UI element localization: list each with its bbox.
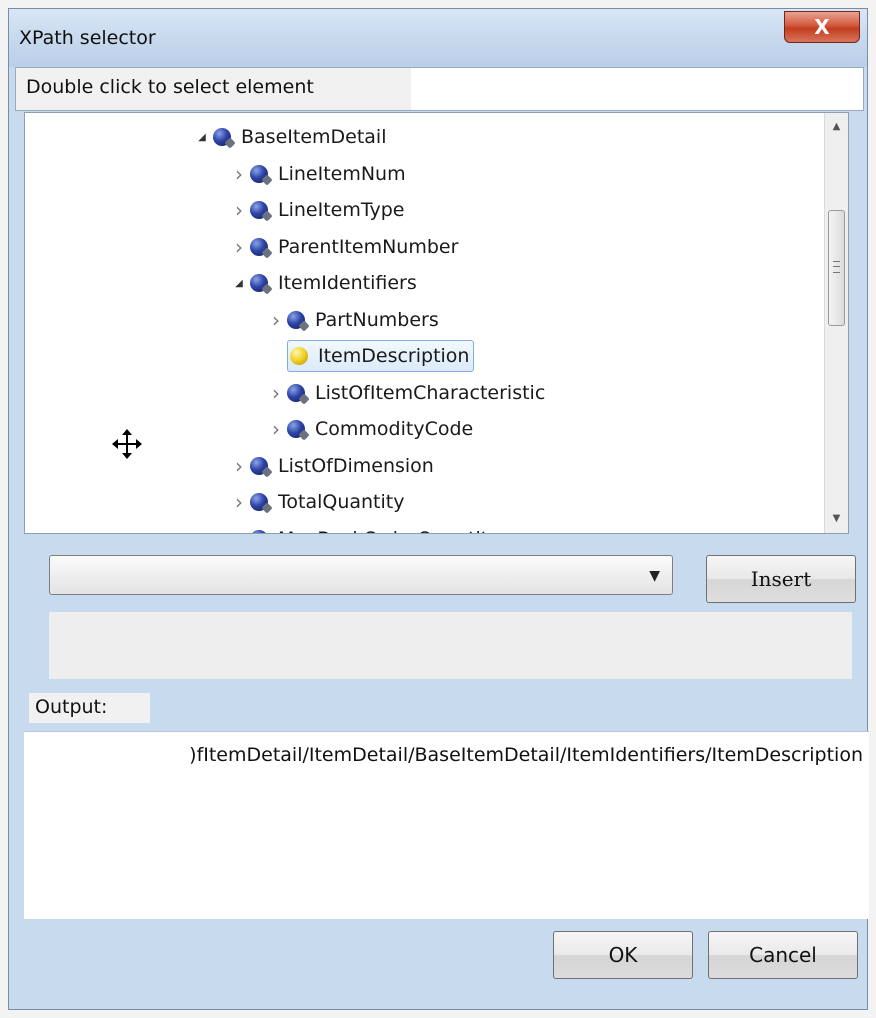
collapsed-arrow-icon[interactable]: › [265,417,287,441]
tree-item[interactable]: › ListOfItemCharacteristic [265,376,545,410]
element-node-icon [250,456,268,475]
element-node-icon [287,383,305,402]
tree-item-label: CommodityCode [315,418,474,440]
insert-button[interactable]: Insert [706,555,856,603]
element-node-icon [250,201,268,219]
tree-item[interactable]: › CommodityCode [265,412,473,446]
xpath-combo[interactable]: ▼ [49,555,673,595]
tree-item-label: MaxBackOrderQuantity [278,528,500,534]
tree-item-label: ItemDescription [318,345,470,367]
collapsed-arrow-icon[interactable]: › [265,308,287,332]
grip-icon [833,261,840,273]
collapsed-arrow-icon[interactable]: › [228,198,250,222]
tree-item[interactable]: › PartNumbers [265,303,439,337]
move-cursor-icon [112,429,142,459]
output-label-text: Output: [35,696,108,718]
element-node-icon [287,420,305,438]
tree-item-body[interactable]: CommodityCode [287,418,473,440]
element-node-icon [287,310,305,329]
tree-item-body[interactable]: BaseItemDetail [213,126,387,148]
element-tree[interactable]: ▲ ▼ ◢ BaseItemDetail › LineItemNum › LineItem… [24,112,849,534]
tree-scrollbar[interactable]: ▲ ▼ [824,113,848,533]
tree-item-body[interactable]: ItemIdentifiers [250,272,417,294]
title-bar[interactable]: XPath selector X [9,9,867,67]
collapsed-arrow-icon[interactable]: › [228,162,250,186]
collapsed-arrow-icon[interactable]: › [228,235,250,259]
close-button[interactable]: X [784,11,860,43]
element-node-icon [213,128,231,146]
collapsed-arrow-icon[interactable]: › [228,490,250,514]
tree-item-label: TotalQuantity [278,491,405,513]
output-text: )fItemDetail/ItemDetail/BaseItemDetail/I… [189,744,863,766]
tree-item-body[interactable]: ItemDescription [287,340,475,372]
expanded-arrow-icon[interactable]: ◢ [191,132,213,143]
tree-item[interactable]: › ListOfDimension [228,449,434,483]
collapsed-arrow-icon[interactable]: › [265,381,287,405]
output-box[interactable]: )fItemDetail/ItemDetail/BaseItemDetail/I… [24,731,869,919]
tree-item[interactable]: ItemDescription [265,339,475,373]
tree-item-label: LineItemType [278,199,405,221]
tree-item-label: ParentItemNumber [278,235,459,258]
ok-button[interactable]: OK [553,931,693,979]
element-node-icon [250,493,268,511]
xpath-selector-dialog: XPath selector X Double click to select … [8,8,869,1010]
collapsed-arrow-icon[interactable]: › [228,527,250,534]
selected-node-icon [290,347,308,365]
collapsed-arrow-icon[interactable]: › [228,454,250,478]
hint-text: Double click to select element [26,76,314,98]
tree-item[interactable]: › ParentItemNumber [228,230,458,264]
scroll-down-icon[interactable]: ▼ [825,507,848,531]
expanded-arrow-icon[interactable]: ◢ [228,278,250,289]
tree-item-label: LineItemNum [278,162,406,185]
tree-item[interactable]: › LineItemType [228,193,405,227]
xpath-input[interactable] [49,612,852,679]
tree-item-body[interactable]: ListOfItemCharacteristic [287,382,545,404]
element-node-icon [250,164,268,183]
tree-item[interactable]: › TotalQuantity [228,485,404,519]
tree-item[interactable]: › MaxBackOrderQuantity [228,522,500,534]
tree-item[interactable]: ◢ BaseItemDetail [191,120,387,154]
chevron-down-icon[interactable]: ▼ [649,568,660,584]
scroll-up-icon[interactable]: ▲ [825,115,848,139]
tree-item[interactable]: › LineItemNum [228,157,406,191]
element-node-icon [250,274,268,292]
tree-item-label: ListOfItemCharacteristic [315,381,546,404]
tree-item-label: BaseItemDetail [241,126,387,148]
hint-label: Double click to select element [16,68,411,110]
tree-item[interactable]: ◢ ItemIdentifiers [228,266,417,300]
tree-item-body[interactable]: LineItemType [250,199,405,221]
window-title: XPath selector [19,27,156,49]
tree-item-label: ItemIdentifiers [278,272,417,294]
tree-item-body[interactable]: MaxBackOrderQuantity [250,528,500,534]
tree-item-body[interactable]: TotalQuantity [250,491,404,513]
output-label: Output: [29,693,150,723]
tree-item-body[interactable]: PartNumbers [287,309,439,331]
scroll-thumb[interactable] [828,210,845,326]
cancel-button[interactable]: Cancel [708,931,858,979]
tree-item-label: ListOfDimension [278,454,434,477]
hint-bar: Double click to select element [15,67,864,111]
tree-item-body[interactable]: ParentItemNumber [250,236,458,258]
element-node-icon [250,237,268,256]
element-node-icon [250,529,268,533]
tree-item-body[interactable]: ListOfDimension [250,455,434,477]
tree-item-label: PartNumbers [315,308,439,331]
close-icon: X [814,15,830,39]
tree-item-body[interactable]: LineItemNum [250,163,406,185]
